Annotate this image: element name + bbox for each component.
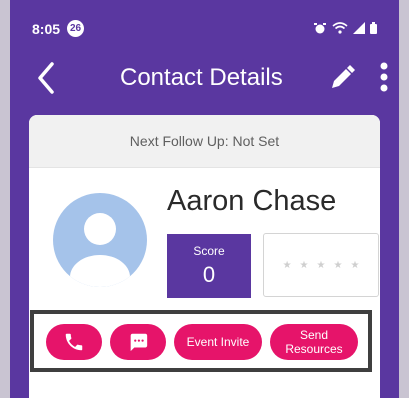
- more-vertical-icon: [380, 62, 388, 92]
- battery-icon: [370, 22, 377, 34]
- signal-icon: [353, 22, 365, 34]
- star-icon[interactable]: ★: [333, 260, 342, 271]
- back-button[interactable]: [28, 58, 64, 98]
- star-icon[interactable]: ★: [350, 260, 359, 271]
- call-button[interactable]: [46, 324, 102, 360]
- next-follow-up: Next Follow Up: Not Set: [29, 115, 380, 168]
- status-icons: [313, 22, 377, 34]
- contact-name: Aaron Chase: [167, 185, 337, 217]
- more-options-button[interactable]: [374, 60, 394, 96]
- star-icon[interactable]: ★: [317, 260, 326, 271]
- phone-icon: [65, 333, 83, 351]
- pencil-icon: [332, 65, 355, 88]
- send-resources-label: Send Resources: [285, 328, 342, 356]
- status-bar: 8:05 26: [10, 0, 399, 48]
- star-icon[interactable]: ★: [300, 260, 309, 271]
- status-time: 8:05: [32, 21, 61, 37]
- send-resources-label-line2: Resources: [285, 342, 343, 356]
- send-resources-label-line1: Send: [299, 328, 328, 342]
- message-button[interactable]: [110, 324, 166, 360]
- edit-button[interactable]: [326, 62, 358, 94]
- score-value: 0: [202, 262, 216, 287]
- avatar: [53, 193, 147, 287]
- star-icon[interactable]: ★: [283, 260, 292, 271]
- action-row: Event Invite Send Resources: [46, 324, 358, 360]
- wifi-icon: [332, 22, 348, 34]
- score-label: Score: [193, 244, 225, 258]
- send-resources-button[interactable]: Send Resources: [270, 324, 358, 360]
- chevron-left-icon: [38, 62, 54, 94]
- page-title: Contact Details: [120, 64, 283, 91]
- action-buttons-highlight: Event Invite Send Resources: [30, 310, 372, 372]
- app-header: Contact Details: [10, 50, 399, 106]
- message-icon: [130, 333, 148, 352]
- star-rating[interactable]: ★ ★ ★ ★ ★: [263, 233, 379, 297]
- notification-badge: 26: [67, 20, 84, 37]
- card-bottom: [29, 382, 380, 398]
- event-invite-button[interactable]: Event Invite: [174, 324, 262, 360]
- alarm-icon: [314, 23, 326, 34]
- user-icon: [70, 213, 130, 287]
- score-box: Score 0: [167, 234, 251, 298]
